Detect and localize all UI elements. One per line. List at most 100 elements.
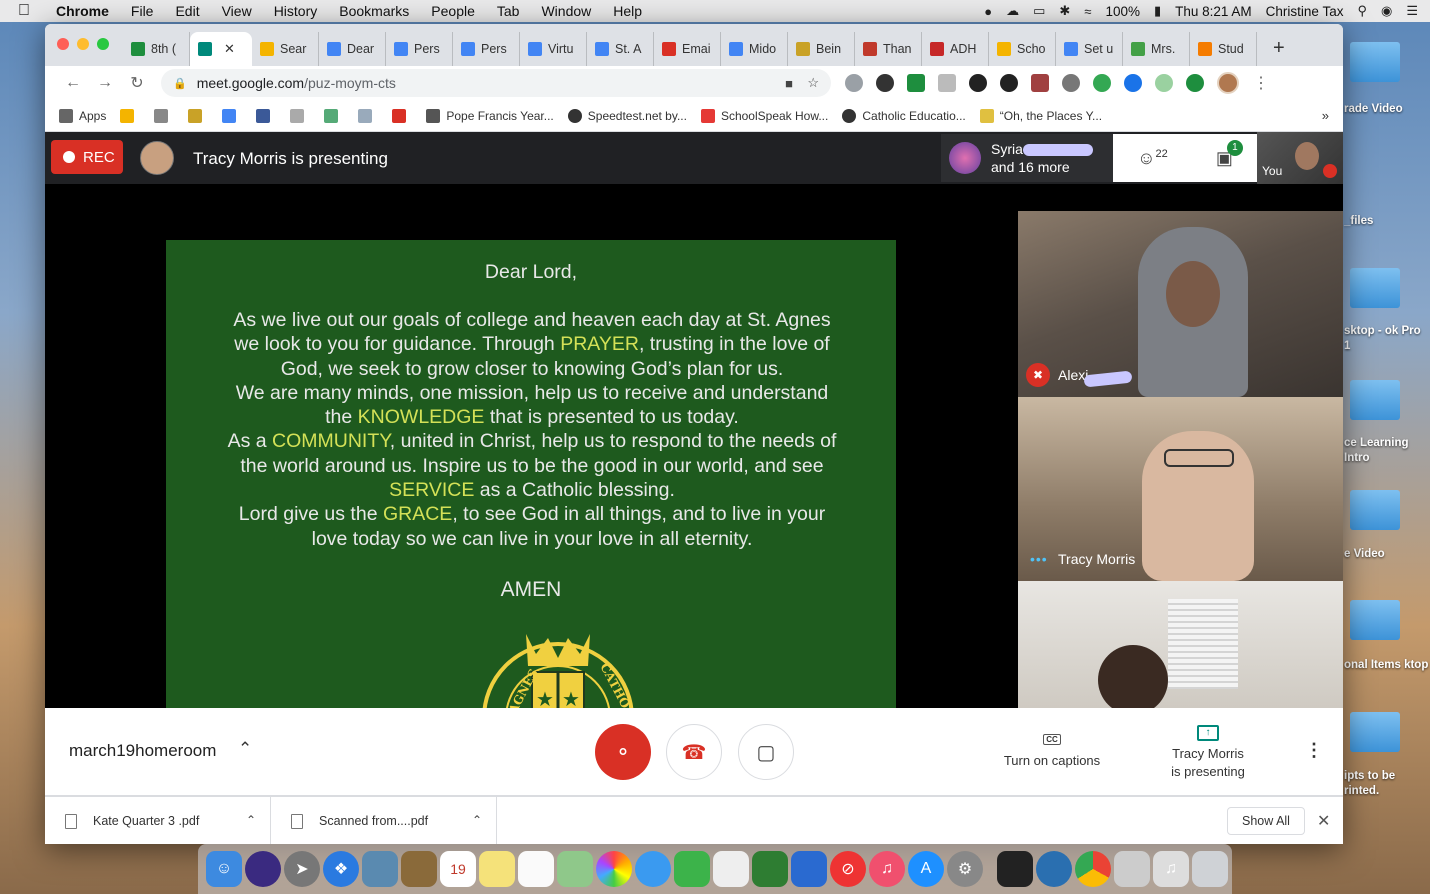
user-name[interactable]: Christine Tax xyxy=(1266,4,1344,19)
shield-status-icon[interactable]: ● xyxy=(984,4,992,19)
quicktime-icon[interactable] xyxy=(1036,851,1072,887)
desktop-label[interactable]: sktop - ok Pro 1 xyxy=(1344,324,1430,354)
desktop-label[interactable]: ipts to be rinted. xyxy=(1344,769,1430,799)
people-button[interactable]: ☺22 xyxy=(1137,148,1168,169)
bookmark-icon[interactable] xyxy=(324,108,344,123)
reload-icon[interactable]: ↻ xyxy=(121,73,153,93)
messages-icon[interactable] xyxy=(635,851,671,887)
folder-icon[interactable] xyxy=(1350,712,1400,752)
browser-tab[interactable]: Than xyxy=(855,32,922,66)
music-icon[interactable]: ♫ xyxy=(869,851,905,887)
participant-tile[interactable]: ••• Tracy Morris xyxy=(1018,397,1343,581)
folder-icon[interactable] xyxy=(1350,268,1400,308)
browser-tab[interactable]: Scho xyxy=(989,32,1056,66)
facetime-icon[interactable] xyxy=(674,851,710,887)
reminders-icon[interactable] xyxy=(518,851,554,887)
airplay-icon[interactable]: ▭ xyxy=(1033,3,1045,19)
participants-summary[interactable]: Syria and 16 more xyxy=(941,134,1113,182)
extension-icon[interactable] xyxy=(1093,74,1111,92)
browser-tab[interactable]: Sear xyxy=(252,32,319,66)
notification-center-icon[interactable]: ☰ xyxy=(1406,3,1418,19)
participant-tile[interactable] xyxy=(1018,581,1343,708)
apple-menu-icon[interactable]:  xyxy=(18,2,38,20)
download-item[interactable]: Kate Quarter 3 .pdf ⌃ xyxy=(45,797,271,844)
browser-tab[interactable]: Pers xyxy=(386,32,453,66)
menu-view[interactable]: View xyxy=(222,3,252,19)
menu-file[interactable]: File xyxy=(131,3,154,19)
browser-tab[interactable]: Mrs. xyxy=(1123,32,1190,66)
bookmark-icon[interactable] xyxy=(154,108,174,123)
extension-icon[interactable] xyxy=(938,74,956,92)
bookmark-catholic-education[interactable]: Catholic Educatio... xyxy=(842,108,966,123)
desktop-label[interactable]: onal Items ktop xyxy=(1344,658,1430,673)
spotlight-search-icon[interactable]: ⚲ xyxy=(1357,3,1367,19)
desktop-label[interactable]: ce Learning Intro xyxy=(1344,436,1430,466)
browser-tab[interactable]: Pers xyxy=(453,32,520,66)
bookmark-oh-the-places[interactable]: “Oh, the Places Y... xyxy=(979,108,1102,123)
minimize-window-button[interactable] xyxy=(77,38,89,50)
folder-icon[interactable] xyxy=(1350,42,1400,82)
trash-icon[interactable] xyxy=(1192,851,1228,887)
browser-tab[interactable]: Stud xyxy=(1190,32,1257,66)
captions-button[interactable]: CC Turn on captions xyxy=(992,730,1112,768)
numbers-icon[interactable] xyxy=(752,851,788,887)
folder-icon[interactable] xyxy=(1350,380,1400,420)
forward-icon[interactable]: → xyxy=(89,74,121,92)
menu-window[interactable]: Window xyxy=(541,3,591,19)
keynote-icon[interactable] xyxy=(791,851,827,887)
participant-tile[interactable]: ✖ Alexi xyxy=(1018,211,1343,397)
calendar-icon[interactable] xyxy=(222,108,242,123)
desktop-label[interactable]: _files xyxy=(1344,214,1430,229)
extension-icon[interactable] xyxy=(1124,74,1142,92)
downloads-stack-icon[interactable]: ♫ xyxy=(1153,851,1189,887)
browser-tab[interactable]: Mido xyxy=(721,32,788,66)
battery-icon[interactable]: ▮ xyxy=(1154,3,1161,19)
siri-icon[interactable]: ◉ xyxy=(1381,3,1392,19)
bookmark-apps[interactable]: Apps xyxy=(59,108,106,123)
present-button[interactable]: ↑ Tracy Morris is presenting xyxy=(1153,722,1263,781)
browser-tab[interactable]: ADH xyxy=(922,32,989,66)
desktop-label[interactable]: rade Video xyxy=(1344,102,1430,117)
activity-monitor-icon[interactable] xyxy=(997,851,1033,887)
back-icon[interactable]: ← xyxy=(57,74,89,92)
bookmark-icon[interactable] xyxy=(290,108,310,123)
notebook-icon[interactable] xyxy=(401,851,437,887)
profile-avatar[interactable] xyxy=(1217,72,1239,94)
bookmark-icon[interactable] xyxy=(358,108,378,123)
extension-icon[interactable] xyxy=(969,74,987,92)
menu-bookmarks[interactable]: Bookmarks xyxy=(339,3,409,19)
clock[interactable]: Thu 8:21 AM xyxy=(1175,4,1252,19)
safari-icon[interactable]: ❖ xyxy=(323,851,359,887)
more-options-icon[interactable]: ⋮ xyxy=(1305,740,1323,761)
camera-toggle-button[interactable]: ▢ xyxy=(738,724,794,780)
folder-stack-icon[interactable] xyxy=(1114,851,1150,887)
cast-extension-icon[interactable] xyxy=(907,74,925,92)
extension-icon[interactable] xyxy=(876,74,894,92)
extension-icon[interactable] xyxy=(1031,74,1049,92)
photos-icon[interactable] xyxy=(596,851,632,887)
address-bar[interactable]: 🔒 meet.google.com/puz-moym-cts ■ ☆ xyxy=(161,69,831,97)
close-icon[interactable]: ✕ xyxy=(1317,811,1330,831)
drive-icon[interactable] xyxy=(120,108,140,123)
system-preferences-icon[interactable]: ⚙ xyxy=(947,851,983,887)
microphone-toggle-button[interactable]: ⚬ xyxy=(595,724,651,780)
menu-tab[interactable]: Tab xyxy=(497,3,520,19)
folder-icon[interactable] xyxy=(1350,600,1400,640)
bookmark-star-icon[interactable]: ☆ xyxy=(807,75,819,91)
siri-icon[interactable] xyxy=(245,851,281,887)
bluetooth-icon[interactable]: ✱ xyxy=(1059,3,1070,19)
gmail-icon[interactable] xyxy=(392,108,412,123)
close-window-button[interactable] xyxy=(57,38,69,50)
new-tab-button[interactable]: + xyxy=(1273,32,1285,66)
extension-icon[interactable] xyxy=(1155,74,1173,92)
folder-icon[interactable] xyxy=(1350,490,1400,530)
tab-active[interactable]: ✕ xyxy=(190,32,252,66)
bookmark-speedtest[interactable]: Speedtest.net by... xyxy=(567,108,687,123)
browser-tab[interactable]: 8th ( xyxy=(123,32,190,66)
preview-icon[interactable] xyxy=(362,851,398,887)
calendar-icon[interactable]: 19 xyxy=(440,851,476,887)
desktop-label[interactable]: e Video xyxy=(1344,547,1430,562)
extension-icon[interactable] xyxy=(1186,74,1204,92)
menu-history[interactable]: History xyxy=(274,3,318,19)
maps-icon[interactable] xyxy=(557,851,593,887)
